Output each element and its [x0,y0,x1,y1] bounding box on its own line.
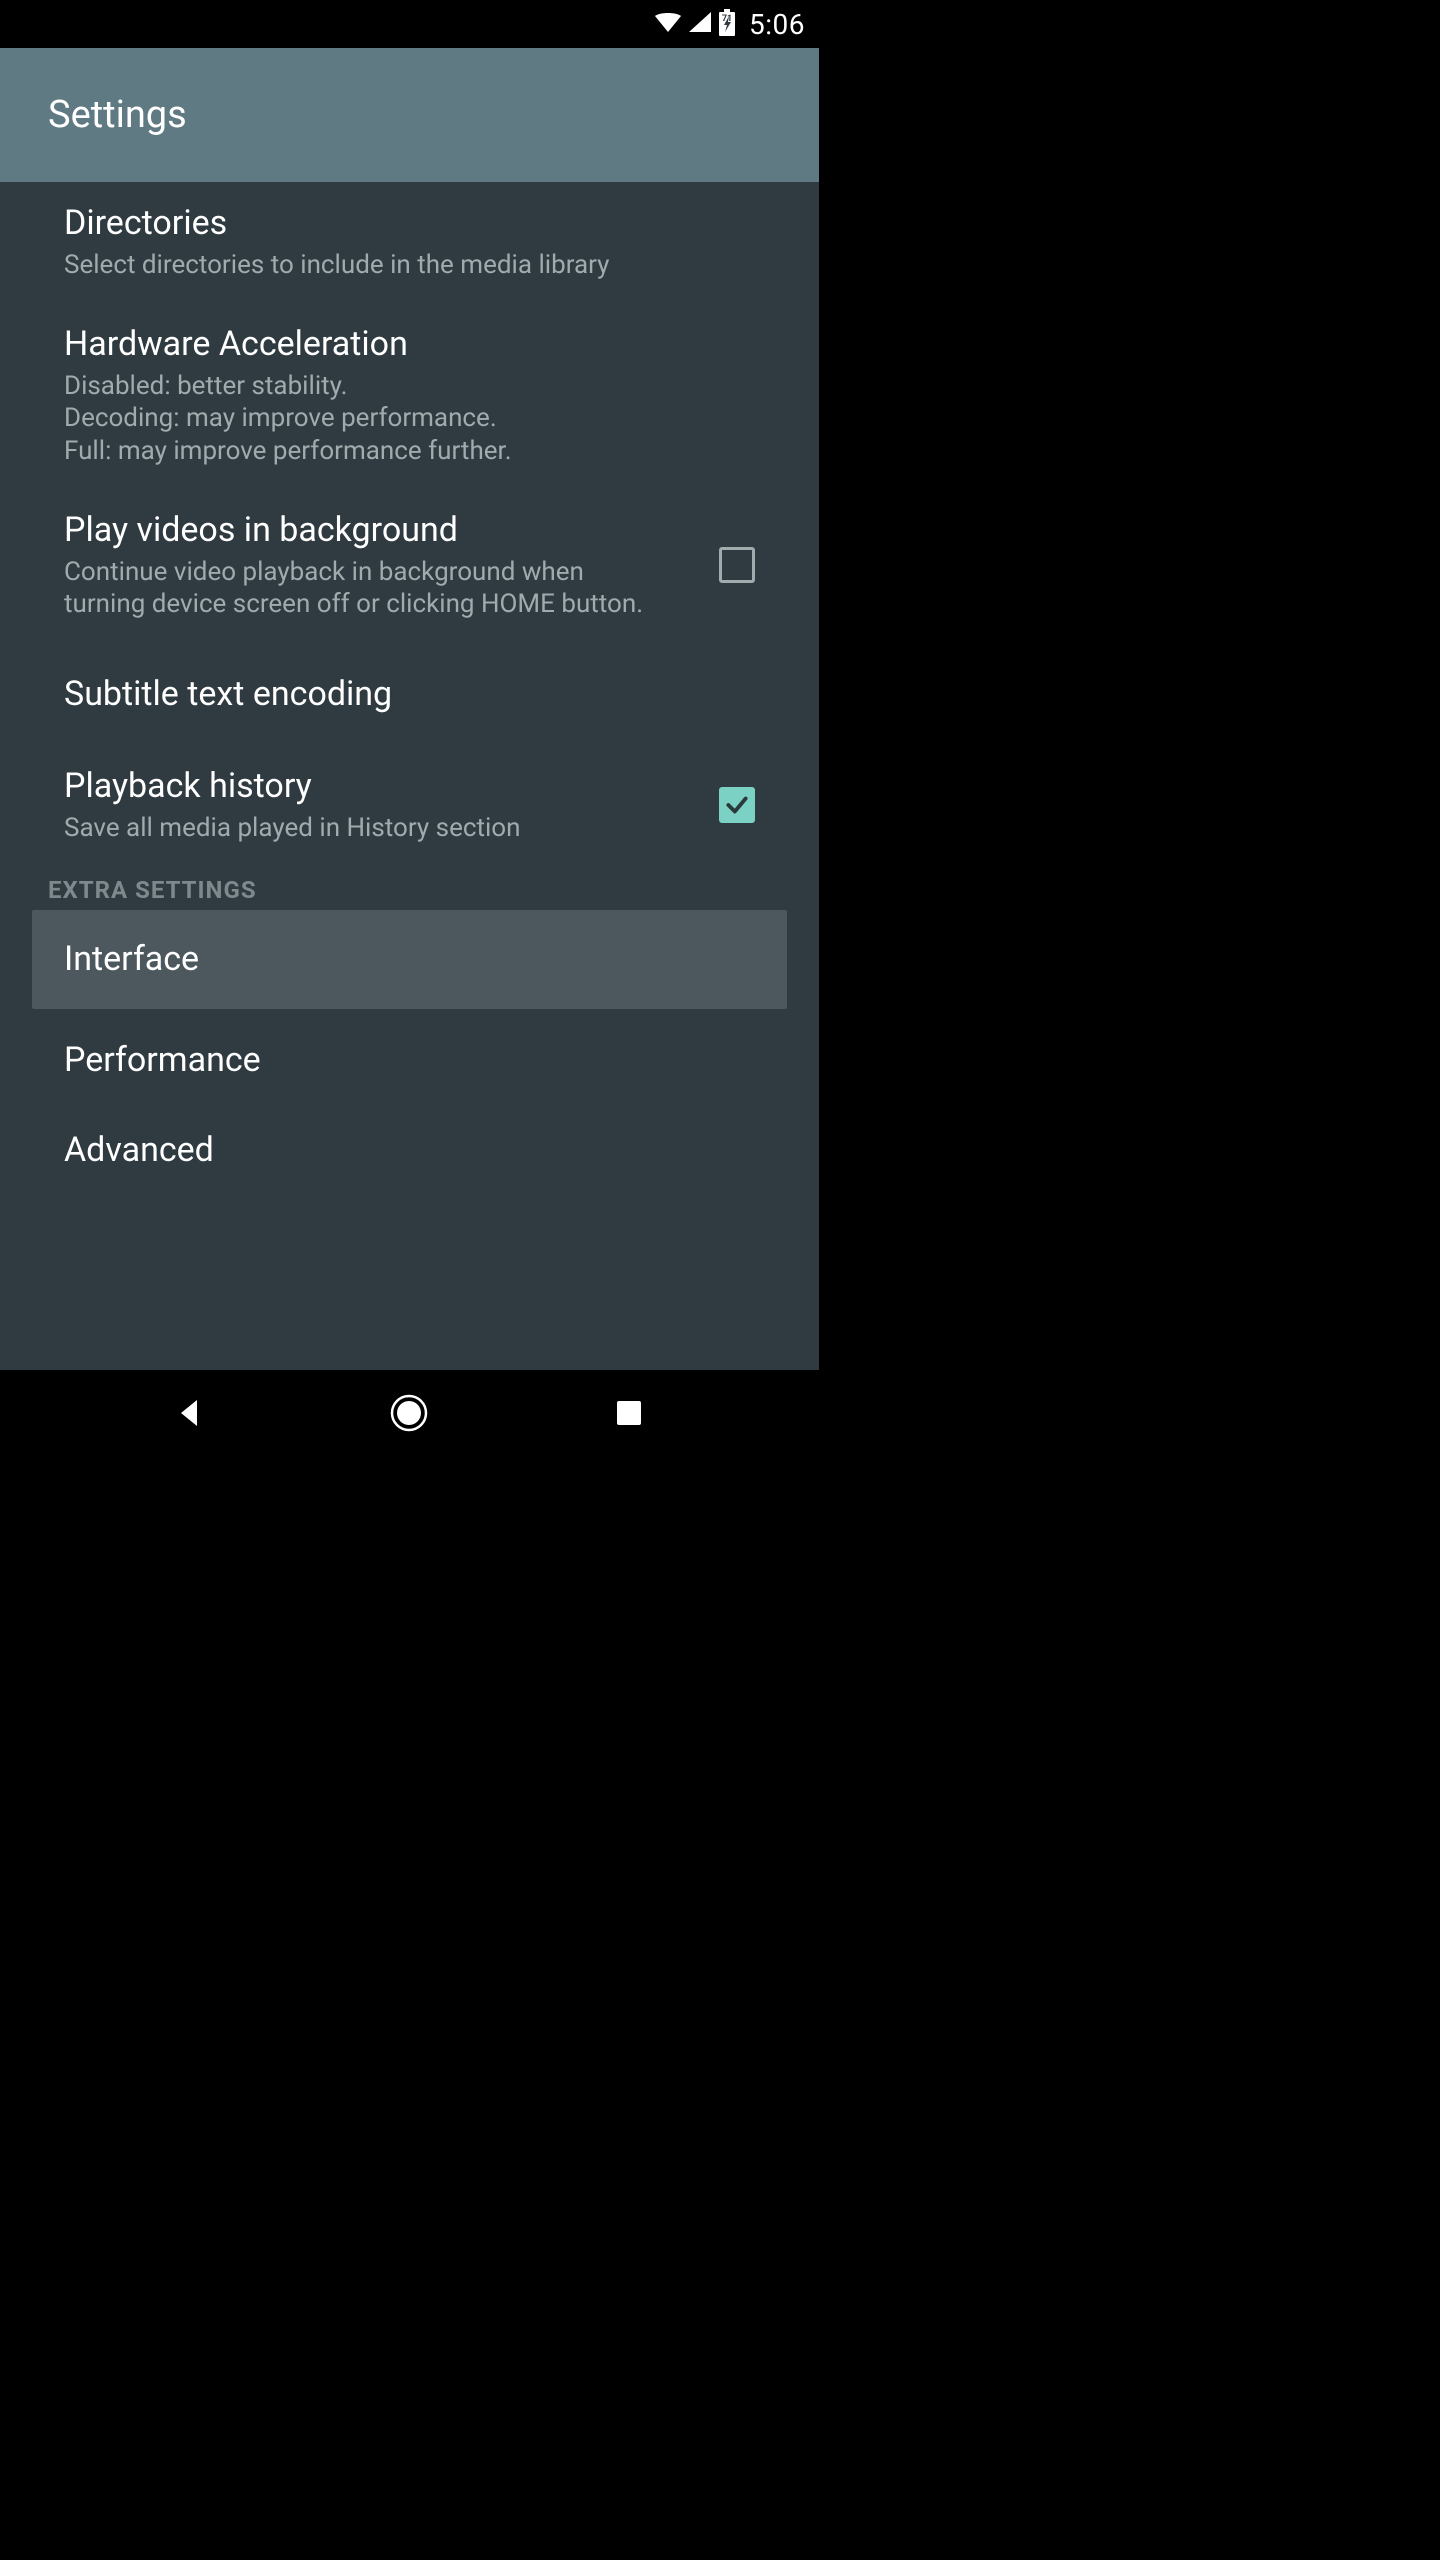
battery-text: 71 [717,14,737,24]
setting-subtitle: Save all media played in History section [64,812,689,845]
setting-text: Playback history Save all media played i… [64,765,689,844]
navigation-bar [0,1370,819,1456]
section-extra-settings: EXTRA SETTINGS [0,866,819,910]
setting-title: Directories [64,202,755,245]
checkbox-playback-history[interactable] [719,787,755,823]
status-bar: 71 5:06 [0,0,819,48]
setting-text: Play videos in background Continue video… [64,509,664,621]
setting-playback-history[interactable]: Playback history Save all media played i… [0,745,819,866]
setting-title: Interface [64,938,199,981]
setting-directories[interactable]: Directories Select directories to includ… [0,182,819,303]
setting-text: Subtitle text encoding [64,673,755,716]
setting-title: Performance [64,1039,261,1082]
cellular-icon [687,10,713,38]
setting-play-background[interactable]: Play videos in background Continue video… [0,489,819,643]
setting-subtitle: Continue video playback in background wh… [64,556,664,621]
nav-home-button[interactable] [349,1393,469,1433]
settings-list[interactable]: Directories Select directories to includ… [0,182,819,1370]
app-bar: Settings [0,48,819,182]
setting-subtitle: Disabled: better stability. Decoding: ma… [64,370,755,468]
battery-icon: 71 [717,8,737,40]
checkbox-play-background[interactable] [719,547,755,583]
nav-recent-button[interactable] [569,1398,689,1428]
setting-text: Hardware Acceleration Disabled: better s… [64,323,755,467]
setting-subtitle: Select directories to include in the med… [64,249,755,282]
setting-title: Play videos in background [64,509,664,552]
setting-performance[interactable]: Performance [0,1009,819,1112]
setting-subtitle-encoding[interactable]: Subtitle text encoding [0,643,819,746]
setting-title: Subtitle text encoding [64,673,755,716]
wifi-icon [653,10,683,38]
screen: 71 5:06 Settings Directories Select dire… [0,0,819,1456]
setting-title: Advanced [64,1129,214,1172]
setting-text: Directories Select directories to includ… [64,202,755,281]
setting-title: Hardware Acceleration [64,323,755,366]
status-time: 5:06 [749,8,805,41]
setting-title: Playback history [64,765,689,808]
status-icons: 71 5:06 [653,8,805,41]
setting-hardware-acceleration[interactable]: Hardware Acceleration Disabled: better s… [0,303,819,489]
page-title: Settings [48,93,187,137]
setting-advanced[interactable]: Advanced [0,1111,819,1190]
nav-back-button[interactable] [130,1396,250,1430]
setting-interface[interactable]: Interface [32,910,787,1009]
